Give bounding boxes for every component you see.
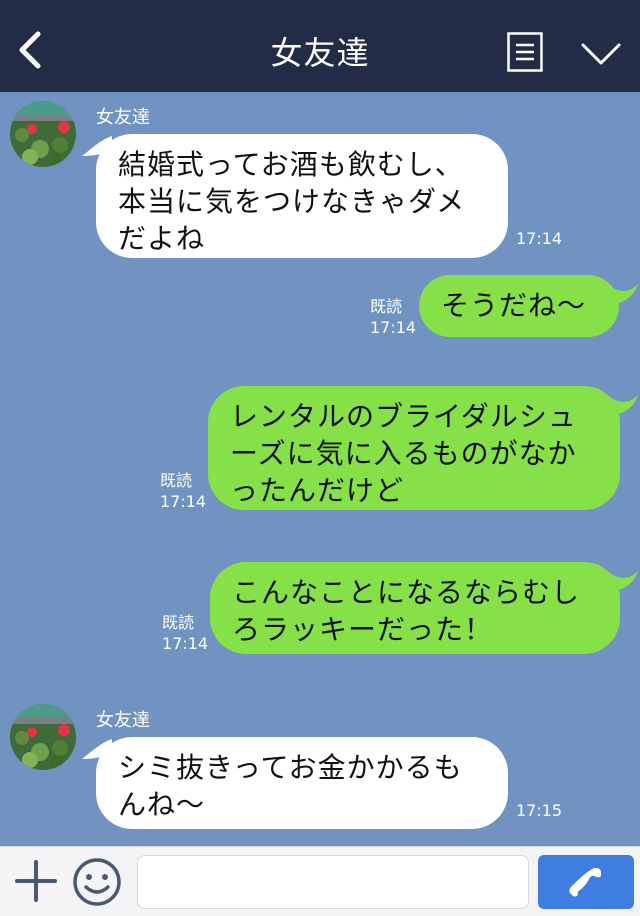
message-bubble[interactable]: そうだね〜 [419,275,619,337]
message-line: こんなことになるならむし [232,576,581,609]
message-line: ろラッキーだった！ [232,613,494,646]
avatar[interactable] [10,704,76,770]
read-label: 既読 [160,471,193,490]
message-time: 17:14 [516,229,563,248]
sender-name: 女友達 [96,710,150,731]
message-bubble[interactable]: レンタルのブライダルシュ ーズに気に入るものがなか ったんだけど [208,386,620,510]
read-status: 既読 17:14 [370,296,416,338]
call-button[interactable] [538,855,634,909]
chat-header: 女友達 [0,0,640,92]
message-time: 17:15 [516,801,563,820]
message-line: ったんだけど [230,474,405,507]
sender-name: 女友達 [96,107,150,128]
bubble-tail [606,571,638,591]
read-label: 既読 [370,297,403,316]
message-line: 結婚式ってお酒も飲むし、 [118,148,464,181]
read-status: 既読 17:14 [160,470,206,512]
message-time: 17:14 [370,318,417,337]
chat-title: 女友達 [270,34,370,72]
message-bubble[interactable]: シミ抜きってお金かかるも んね〜 [96,737,508,829]
bubble-tail [606,395,638,415]
read-label: 既読 [162,613,195,632]
message-composer [0,846,640,916]
message-line: レンタルのブライダルシュ [230,400,577,433]
read-status: 既読 17:14 [162,612,208,654]
message-time: 17:14 [160,492,207,511]
message-line: ーズに気に入るものがなか [230,437,577,470]
bubble-tail [606,284,638,304]
message-bubble[interactable]: 結婚式ってお酒も飲むし、 本当に気をつけなきゃダメ だよね [96,134,508,258]
message-line: だよね [118,222,206,255]
emoji-icon[interactable] [72,857,122,907]
message-bubble[interactable]: こんなことになるならむし ろラッキーだった！ [210,562,620,654]
message-line: 本当に気をつけなきゃダメ [118,185,466,218]
message-line: そうだね〜 [441,289,587,322]
menu-icon[interactable] [507,32,543,72]
message-time: 17:14 [162,634,209,653]
message-line: んね〜 [118,788,206,821]
plus-icon[interactable] [14,859,58,903]
avatar[interactable] [10,101,76,167]
chevron-down-icon[interactable] [580,40,622,68]
phone-icon [569,868,601,897]
message-input[interactable] [137,855,529,909]
message-line: シミ抜きってお金かかるも [118,751,463,784]
